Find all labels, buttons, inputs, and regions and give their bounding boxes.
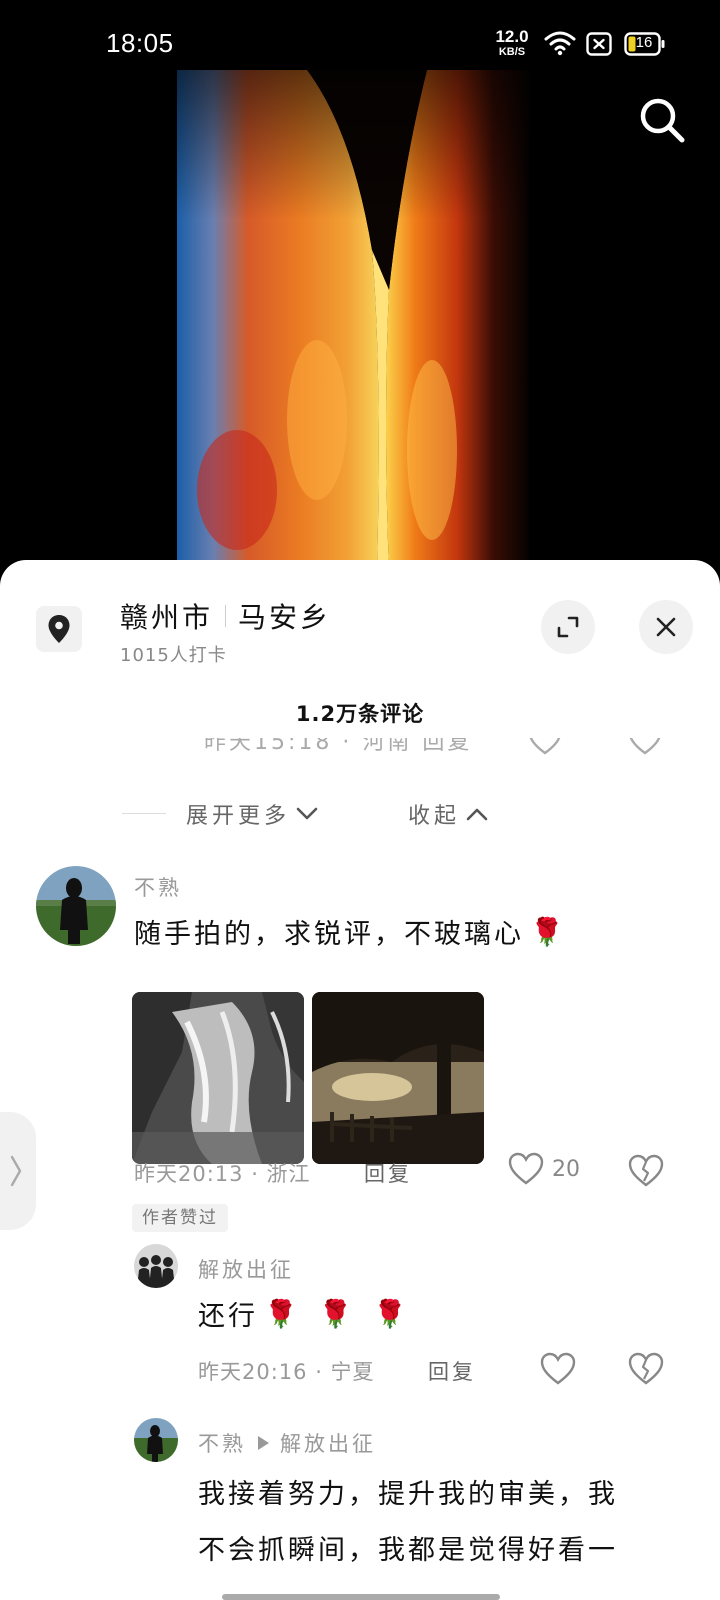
reply-body: 还行	[198, 1301, 258, 1332]
reply-meta: 昨天20:16 · 宁夏	[198, 1360, 375, 1384]
reply-avatar[interactable]	[134, 1418, 178, 1462]
sim-x-icon	[586, 32, 612, 56]
comment-image-sunset-lake[interactable]	[312, 992, 484, 1164]
search-icon[interactable]	[638, 96, 686, 144]
comments-count: 1.2万条评论	[295, 702, 425, 726]
collapse-label: 收起	[408, 804, 461, 829]
like-button[interactable]: 20	[508, 1152, 580, 1186]
expand-more-button[interactable]: 展开更多	[186, 798, 318, 830]
reply-button[interactable]: 回复	[428, 1356, 476, 1386]
reply-header: 不熟 解放出征	[198, 1428, 376, 1458]
reply-avatar[interactable]	[134, 1244, 178, 1288]
divider-line	[122, 813, 166, 814]
location-pin-icon	[48, 615, 70, 643]
comment-meta: 昨天20:13 · 浙江	[134, 1162, 311, 1186]
reply-username[interactable]: 解放出征	[198, 1254, 294, 1284]
expand-button[interactable]	[541, 600, 595, 654]
rose-emoji: 🌹	[373, 1298, 410, 1330]
author-liked-badge: 作者赞过	[132, 1204, 228, 1232]
like-count: 20	[552, 1156, 580, 1182]
comment-username[interactable]: 不熟	[134, 872, 182, 902]
waterfall-photo	[132, 992, 304, 1164]
sunset-lake-photo	[312, 992, 484, 1164]
reply-avatar-image	[134, 1244, 178, 1288]
reply-avatar-image	[134, 1418, 178, 1462]
chevron-right-icon	[10, 1155, 22, 1187]
reply-username[interactable]: 不熟	[198, 1428, 246, 1458]
location-separator	[225, 605, 227, 627]
heart-icon	[508, 1152, 544, 1185]
avatar[interactable]	[36, 866, 116, 946]
comment-body: 随手拍的，求锐评，不玻璃心	[134, 919, 524, 950]
dislike-icon[interactable]	[628, 738, 662, 756]
expand-more-label: 展开更多	[186, 804, 291, 829]
checkin-count: 1015人打卡	[120, 645, 227, 666]
location-city: 赣州市	[120, 601, 214, 634]
comment-image-waterfall[interactable]	[132, 992, 304, 1164]
network-speed-unit: KB/S	[498, 46, 526, 58]
collapse-button[interactable]: 收起	[408, 798, 488, 830]
location-place: 马安乡	[238, 601, 332, 634]
reply-to-username[interactable]: 解放出征	[280, 1428, 376, 1458]
network-speed: 12.0 KB/S	[492, 28, 532, 58]
video-player[interactable]	[0, 70, 720, 570]
dislike-icon[interactable]	[628, 1352, 664, 1386]
comments-sheet: 赣州市 马安乡 1015人打卡 1.2万条评论 昨天15:18 · 河南 回复 …	[0, 560, 720, 1600]
reply-text: 还行 🌹 🌹 🌹	[198, 1294, 410, 1333]
rose-emoji: 🌹	[264, 1298, 301, 1330]
clipped-meta-text: 昨天15:18 · 河南 回复	[204, 738, 473, 755]
comment-text: 随手拍的，求锐评，不玻璃心 🌹	[134, 912, 567, 951]
sunset-video-frame	[177, 70, 529, 570]
battery-level: 16	[635, 34, 653, 51]
rose-emoji: 🌹	[318, 1298, 356, 1330]
reply-text-line-2: 不会抓瞬间，我都是觉得好看一	[198, 1535, 618, 1566]
play-arrow-icon	[258, 1436, 269, 1450]
location-pin-button[interactable]	[36, 606, 82, 652]
expand-icon	[557, 616, 579, 638]
avatar-image	[36, 866, 116, 946]
reply-button[interactable]: 回复	[364, 1158, 412, 1188]
heart-icon[interactable]	[540, 1352, 576, 1386]
home-indicator[interactable]	[222, 1594, 500, 1600]
location-title[interactable]: 赣州市 马安乡	[120, 596, 331, 636]
close-icon	[656, 617, 676, 637]
wifi-icon	[544, 31, 576, 56]
rose-emoji: 🌹	[530, 916, 567, 948]
reply-text-line-1: 我接着努力，提升我的审美，我	[198, 1479, 618, 1510]
like-icon[interactable]	[528, 738, 562, 756]
network-speed-value: 12.0	[495, 27, 529, 46]
chevron-down-icon	[296, 807, 318, 820]
dislike-icon[interactable]	[628, 1154, 664, 1188]
status-time: 18:05	[106, 28, 174, 58]
clipped-comment-meta: 昨天15:18 · 河南 回复	[0, 738, 720, 758]
close-button[interactable]	[639, 600, 693, 654]
chevron-up-icon	[466, 808, 488, 821]
side-drawer-tab[interactable]	[0, 1112, 36, 1230]
replies-toggle-row: 展开更多 收起	[0, 796, 720, 832]
